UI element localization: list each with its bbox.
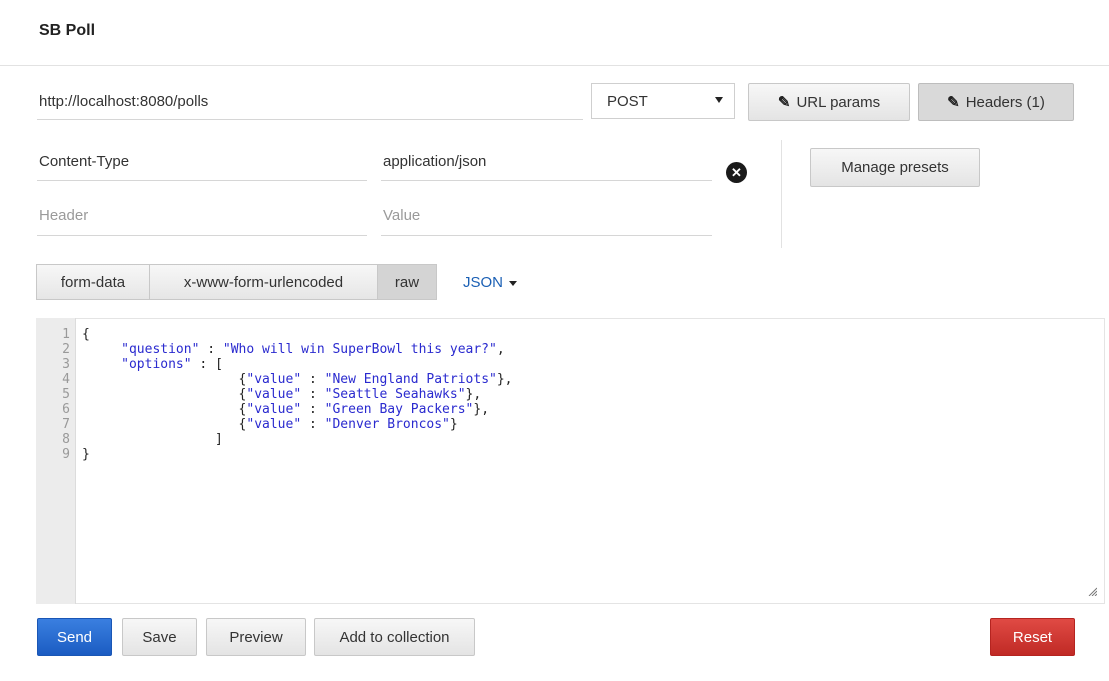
code-line: { [82, 327, 90, 342]
chevron-down-icon [509, 280, 518, 286]
preview-button[interactable]: Preview [206, 618, 306, 656]
line-number: 4 [62, 372, 70, 387]
line-number: 8 [62, 432, 70, 447]
code-line: "question" : "Who will win SuperBowl thi… [121, 342, 505, 357]
new-header-key-input[interactable] [37, 204, 367, 236]
code-content[interactable]: { "question" : "Who will win SuperBowl t… [82, 327, 513, 462]
code-line: "options" : [ [121, 357, 223, 372]
code-line: {"value" : "Green Bay Packers"}, [82, 402, 490, 417]
code-line: {"value" : "Seattle Seahawks"}, [82, 387, 482, 402]
headers-label: Headers (1) [965, 93, 1045, 111]
code-line: ] [82, 432, 223, 447]
tab-form-data[interactable]: form-data [36, 264, 150, 300]
send-button[interactable]: Send [37, 618, 112, 656]
header-value-input[interactable] [381, 150, 712, 181]
add-to-collection-button[interactable]: Add to collection [314, 618, 475, 656]
method-select-value: POST [607, 93, 648, 110]
code-line: {"value" : "Denver Broncos"} [82, 417, 458, 432]
line-number: 6 [62, 402, 70, 417]
line-number: 9 [62, 447, 70, 462]
method-select[interactable]: POST [591, 83, 735, 119]
header-key-input[interactable] [37, 150, 367, 181]
format-dropdown-label: JSON [463, 274, 504, 291]
page-title: SB Poll [39, 22, 96, 39]
line-numbers: 123456789 [36, 327, 70, 462]
format-dropdown[interactable]: JSON [463, 274, 518, 291]
divider [781, 140, 782, 248]
title-bar: SB Poll [0, 0, 1109, 66]
save-button[interactable]: Save [122, 618, 197, 656]
line-number: 3 [62, 357, 70, 372]
url-params-label: URL params [796, 93, 881, 111]
reset-button[interactable]: Reset [990, 618, 1075, 656]
remove-header-icon[interactable]: ✕ [726, 162, 747, 183]
chevron-down-icon [715, 97, 723, 103]
tab-x-www-form-urlencoded[interactable]: x-www-form-urlencoded [149, 264, 378, 300]
line-number: 1 [62, 327, 70, 342]
line-number: 7 [62, 417, 70, 432]
edit-icon: ✎ [777, 94, 791, 111]
code-line: {"value" : "New England Patriots"}, [82, 372, 513, 387]
resize-handle-icon[interactable] [1087, 586, 1097, 596]
headers-button[interactable]: ✎ Headers (1) [918, 83, 1074, 121]
code-line: } [82, 447, 90, 462]
line-number: 5 [62, 387, 70, 402]
edit-icon: ✎ [947, 94, 960, 111]
url-input[interactable] [37, 91, 583, 120]
manage-presets-button[interactable]: Manage presets [810, 148, 980, 187]
url-params-button[interactable]: ✎ URL params [748, 83, 910, 121]
tab-raw[interactable]: raw [377, 264, 437, 300]
line-number: 2 [62, 342, 70, 357]
new-header-value-input[interactable] [381, 204, 712, 236]
